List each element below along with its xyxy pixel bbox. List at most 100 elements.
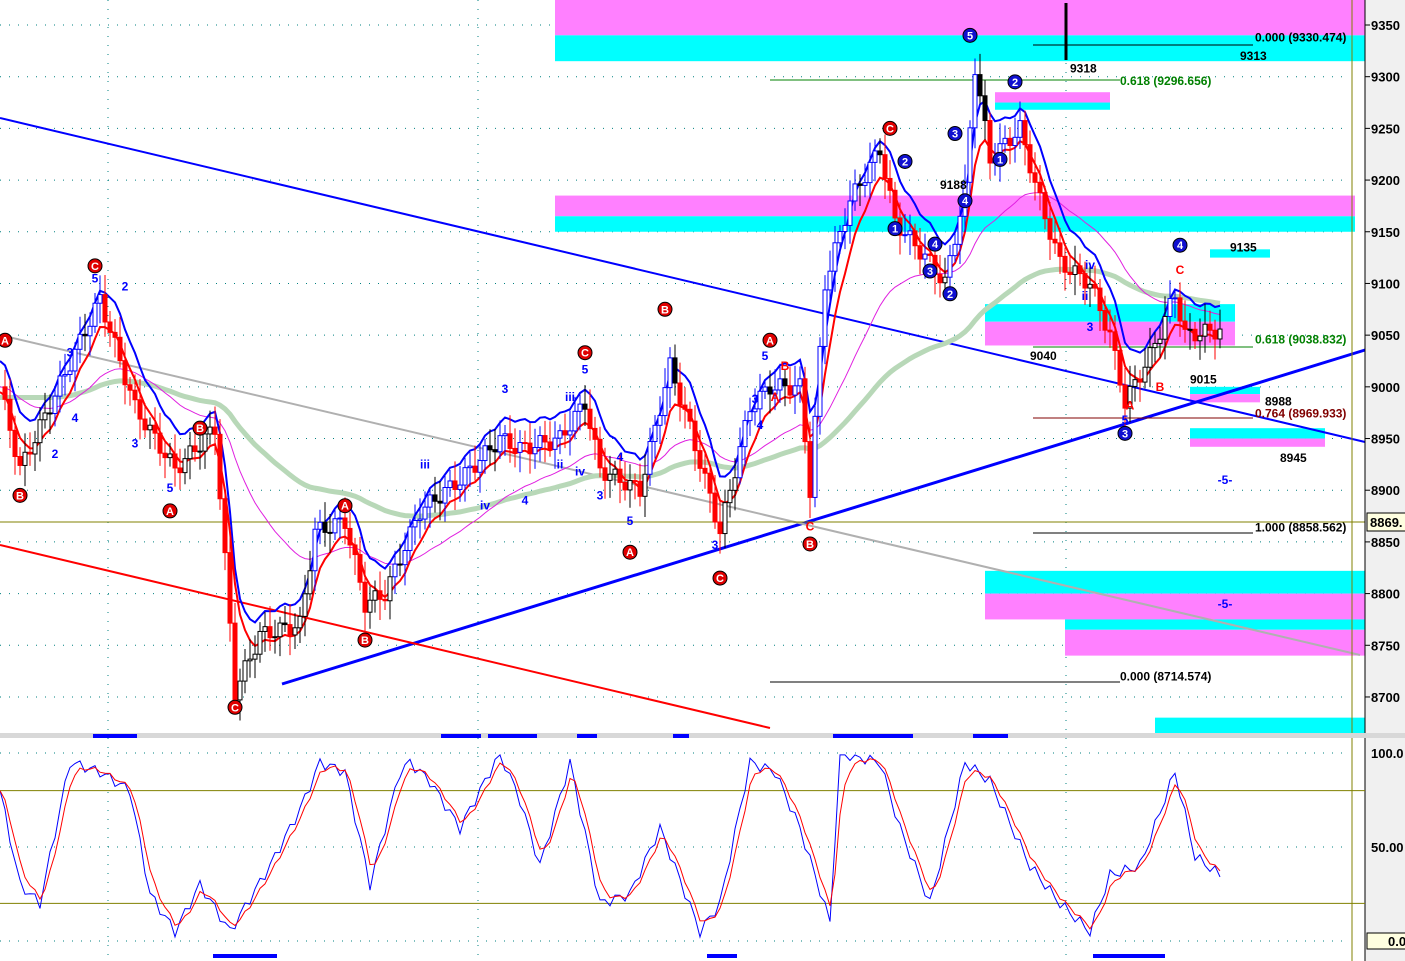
- wave-label: 4: [932, 239, 939, 251]
- zone: [985, 570, 1365, 594]
- candle-body: [67, 370, 73, 375]
- candle-body: [1187, 328, 1193, 331]
- candle-body: [1022, 120, 1028, 146]
- candle-body: [282, 622, 288, 626]
- wave-label: 3: [927, 266, 933, 278]
- candle-body: [72, 348, 78, 372]
- candle-body: [1137, 379, 1143, 383]
- wave-label: iii: [420, 457, 430, 471]
- candle-body: [362, 581, 368, 613]
- wave-label: 5: [762, 349, 769, 363]
- candle-body: [187, 445, 193, 460]
- wave-label: -5-: [1218, 473, 1233, 487]
- candle-body: [557, 430, 563, 439]
- signal-marker: [1093, 954, 1165, 958]
- candle-body: [1117, 349, 1123, 386]
- candle-body: [537, 435, 543, 449]
- candle-body: [877, 150, 883, 156]
- candle-body: [1207, 323, 1213, 331]
- candle-body: [817, 345, 823, 417]
- candle-body: [717, 521, 723, 535]
- candle-body: [232, 622, 238, 701]
- wave-label: 2: [122, 280, 129, 294]
- candle-body: [782, 378, 788, 387]
- wave-label: 1: [997, 154, 1003, 166]
- candle-body: [842, 224, 848, 233]
- candle-body: [637, 480, 643, 497]
- candle-body: [162, 452, 168, 459]
- candle-body: [977, 74, 983, 97]
- candle-body: [792, 385, 798, 396]
- candle-body: [207, 426, 213, 435]
- candle-body: [422, 506, 428, 520]
- candle-body: [167, 453, 173, 459]
- candle-body: [87, 325, 93, 337]
- candle-body: [1027, 144, 1033, 174]
- wave-label: 5: [1122, 413, 1129, 427]
- axis-label: 9000: [1371, 380, 1400, 395]
- candle-body: [1197, 335, 1203, 342]
- grid: [0, 0, 1350, 961]
- candle-body: [212, 426, 218, 435]
- candle-body: [452, 480, 458, 490]
- candle-body: [1057, 242, 1063, 257]
- candle-body: [247, 658, 253, 662]
- candle-body: [922, 253, 928, 260]
- wave-label: 3: [67, 346, 74, 360]
- zone: [995, 92, 1110, 103]
- zone: [995, 102, 1110, 110]
- candle-body: [1092, 283, 1098, 289]
- signal-marker: [441, 734, 481, 738]
- candle-body: [1097, 287, 1103, 312]
- wave-label: -5-: [1218, 597, 1233, 611]
- wave-label: B: [806, 539, 814, 551]
- candle-body: [237, 680, 243, 701]
- candle-body: [942, 276, 948, 284]
- candle-body: [132, 389, 138, 401]
- candle-body: [882, 154, 888, 179]
- wave-label: 4: [962, 196, 969, 208]
- wave-label: A: [1126, 398, 1135, 412]
- candle-body: [1177, 297, 1183, 322]
- axis-label: 9100: [1371, 276, 1400, 291]
- candle-body: [302, 593, 308, 617]
- candle-body: [822, 289, 828, 347]
- wave-label: 3: [952, 129, 958, 141]
- axis-label: 9350: [1371, 18, 1400, 33]
- wave-label: A: [1, 335, 9, 347]
- candle-body: [1172, 297, 1178, 300]
- wave-label: 5: [582, 362, 589, 376]
- candle-body: [887, 177, 893, 191]
- candle-body: [472, 465, 478, 473]
- price-chart[interactable]: 0.000 (9330.474) 0.618 (9296.656) 0.618 (9…: [0, 0, 1405, 961]
- axis-label: 9250: [1371, 121, 1400, 136]
- candle-body: [407, 526, 413, 552]
- candle-body: [1087, 283, 1093, 289]
- wave-label: 4: [522, 494, 529, 508]
- candle-body: [797, 378, 803, 387]
- candle-body: [1142, 366, 1148, 383]
- candle-body: [1017, 120, 1023, 138]
- candle-body: [372, 590, 378, 601]
- candle-body: [1217, 328, 1223, 340]
- candle-body: [1132, 379, 1138, 387]
- candle-body: [1182, 320, 1188, 330]
- candle-body: [622, 481, 628, 491]
- candle-body: [812, 415, 818, 498]
- candle-body: [262, 626, 268, 632]
- axis-label: 9200: [1371, 173, 1400, 188]
- wave-label: 2: [52, 447, 59, 461]
- candle-body: [442, 487, 448, 504]
- wave-label: 1: [892, 224, 898, 236]
- oscillator-axis-label: 0.0: [1388, 934, 1405, 949]
- candle-body: [712, 492, 718, 523]
- candle-body: [952, 243, 958, 257]
- candle-body: [222, 498, 228, 554]
- candle-body: [427, 494, 433, 508]
- wave-label: 5: [967, 30, 973, 42]
- signal-marker: [833, 734, 913, 738]
- panel-divider[interactable]: [0, 733, 1405, 738]
- wave-label: C: [716, 573, 724, 585]
- signal-marker: [577, 734, 597, 738]
- wave-label: iv: [1085, 258, 1095, 272]
